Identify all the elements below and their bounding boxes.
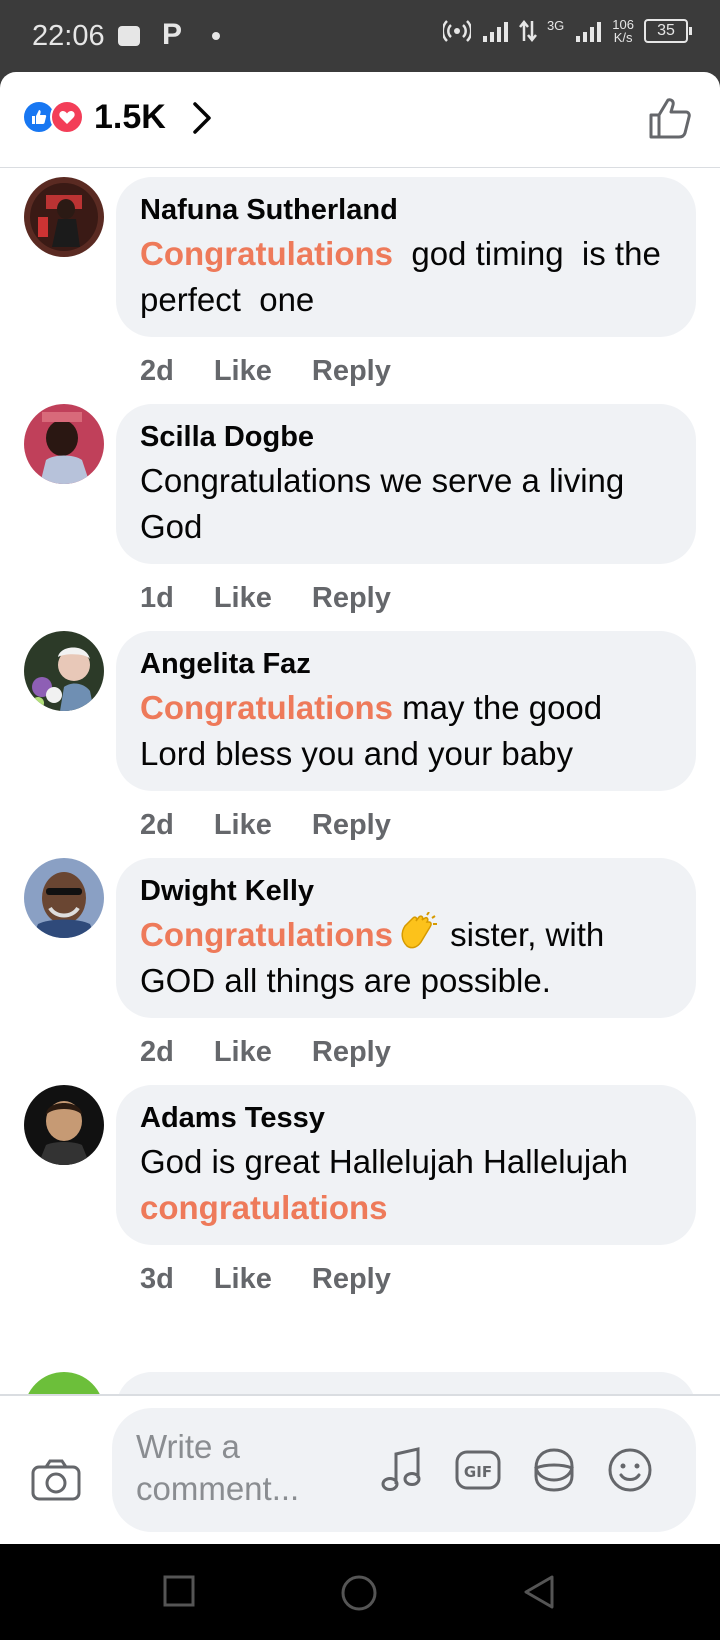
comment-text: Congratulations sister, with GOD all thi… [140,912,672,1004]
comment-meta: 2d Like Reply [140,809,391,842]
network-speed: 106 K/s [612,17,634,45]
love-reaction-icon [50,100,84,134]
comment-input-box[interactable]: GIF [112,1408,696,1532]
comment-time[interactable]: 2d [140,809,174,842]
reaction-count[interactable]: 1.5K [94,98,166,137]
network-type: 3G [546,18,565,33]
highlighted-word[interactable]: Congratulations [140,689,393,726]
hotspot-icon [442,20,471,42]
reply-button[interactable]: Reply [312,1263,391,1296]
svg-text:GIF: GIF [464,1463,492,1481]
back-icon[interactable] [522,1574,556,1610]
avatar[interactable] [24,631,104,711]
status-icons: 3G 106 K/s 35 [442,17,692,45]
reply-button[interactable]: Reply [312,582,391,615]
commenter-name[interactable]: Scilla Dogbe [140,420,672,454]
avatar[interactable] [24,177,104,257]
like-button[interactable]: Like [214,582,272,615]
reply-button[interactable]: Reply [312,355,391,388]
home-icon[interactable] [340,1574,378,1612]
comment-time[interactable]: 1d [140,582,174,615]
music-note-icon[interactable] [380,1446,424,1494]
comment-text: Congratulations we serve a living God [140,462,625,545]
status-time: 22:06 [32,20,105,52]
signal-icon [482,22,508,42]
commenter-name[interactable]: Dwight Kelly [140,874,672,908]
comment-meta: 2d Like Reply [140,1036,391,1069]
comment-text: Congratulations may the good Lord bless … [140,689,603,772]
avatar[interactable] [24,858,104,938]
comment-input[interactable] [136,1426,356,1516]
highlighted-word[interactable]: Congratulations [140,235,393,272]
comment-composer: GIF [0,1394,720,1544]
notification-dot-icon [212,32,220,40]
commenter-name[interactable]: Nafuna Sutherland [140,193,672,227]
comments-sheet: 1.5K Nafuna Sutherland Congratulations g… [0,72,720,1544]
thumbs-up-icon[interactable] [648,96,692,140]
chevron-right-icon[interactable] [190,100,214,136]
recents-icon[interactable] [162,1574,196,1608]
data-transfer-icon [518,19,537,43]
comment-bubble[interactable]: Nafuna Sutherland Congratulations god ti… [116,177,696,337]
like-button[interactable]: Like [214,355,272,388]
reply-button[interactable]: Reply [312,809,391,842]
notification-square-icon [118,26,140,46]
emoji-icon[interactable] [606,1446,654,1494]
comment-text: God is great Hallelujah Hallelujah congr… [140,1143,638,1226]
clapping-hands-icon [401,912,437,949]
commenter-name[interactable]: Angelita Faz [140,647,672,681]
reply-button[interactable]: Reply [312,1036,391,1069]
reactions-header: 1.5K [0,72,720,168]
comment-meta: 3d Like Reply [140,1263,391,1296]
comment-time[interactable]: 2d [140,355,174,388]
like-button[interactable]: Like [214,1036,272,1069]
like-button[interactable]: Like [214,809,272,842]
camera-icon[interactable] [30,1458,82,1502]
comment-time[interactable]: 2d [140,1036,174,1069]
signal-icon-2 [576,22,602,42]
comment-meta: 2d Like Reply [140,355,391,388]
highlighted-word[interactable]: congratulations [140,1189,388,1226]
comment-bubble[interactable]: Adams Tessy God is great Hallelujah Hall… [116,1085,696,1245]
comment-time[interactable]: 3d [140,1263,174,1296]
comment-text: Congratulations god timing is the perfec… [140,235,670,318]
battery-icon: 35 [644,19,692,43]
avatar[interactable] [24,1085,104,1165]
like-button[interactable]: Like [214,1263,272,1296]
commenter-name[interactable]: Adams Tessy [140,1101,672,1135]
comment-meta: 1d Like Reply [140,582,391,615]
status-bar: 22:06 P 3G 106 K/s 35 [0,0,720,72]
gif-icon[interactable]: GIF [454,1446,502,1494]
system-navigation-bar [0,1544,720,1640]
highlighted-word[interactable]: Congratulations [140,916,393,953]
comment-bubble[interactable]: Scilla Dogbe Congratulations we serve a … [116,404,696,564]
avatar[interactable] [24,404,104,484]
reactions-summary[interactable] [22,100,86,134]
comment-bubble[interactable]: Dwight Kelly Congratulations sister, wit… [116,858,696,1018]
notification-p-icon: P [162,18,183,51]
comment-bubble[interactable]: Angelita Faz Congratulations may the goo… [116,631,696,791]
sticker-icon[interactable] [530,1446,578,1494]
